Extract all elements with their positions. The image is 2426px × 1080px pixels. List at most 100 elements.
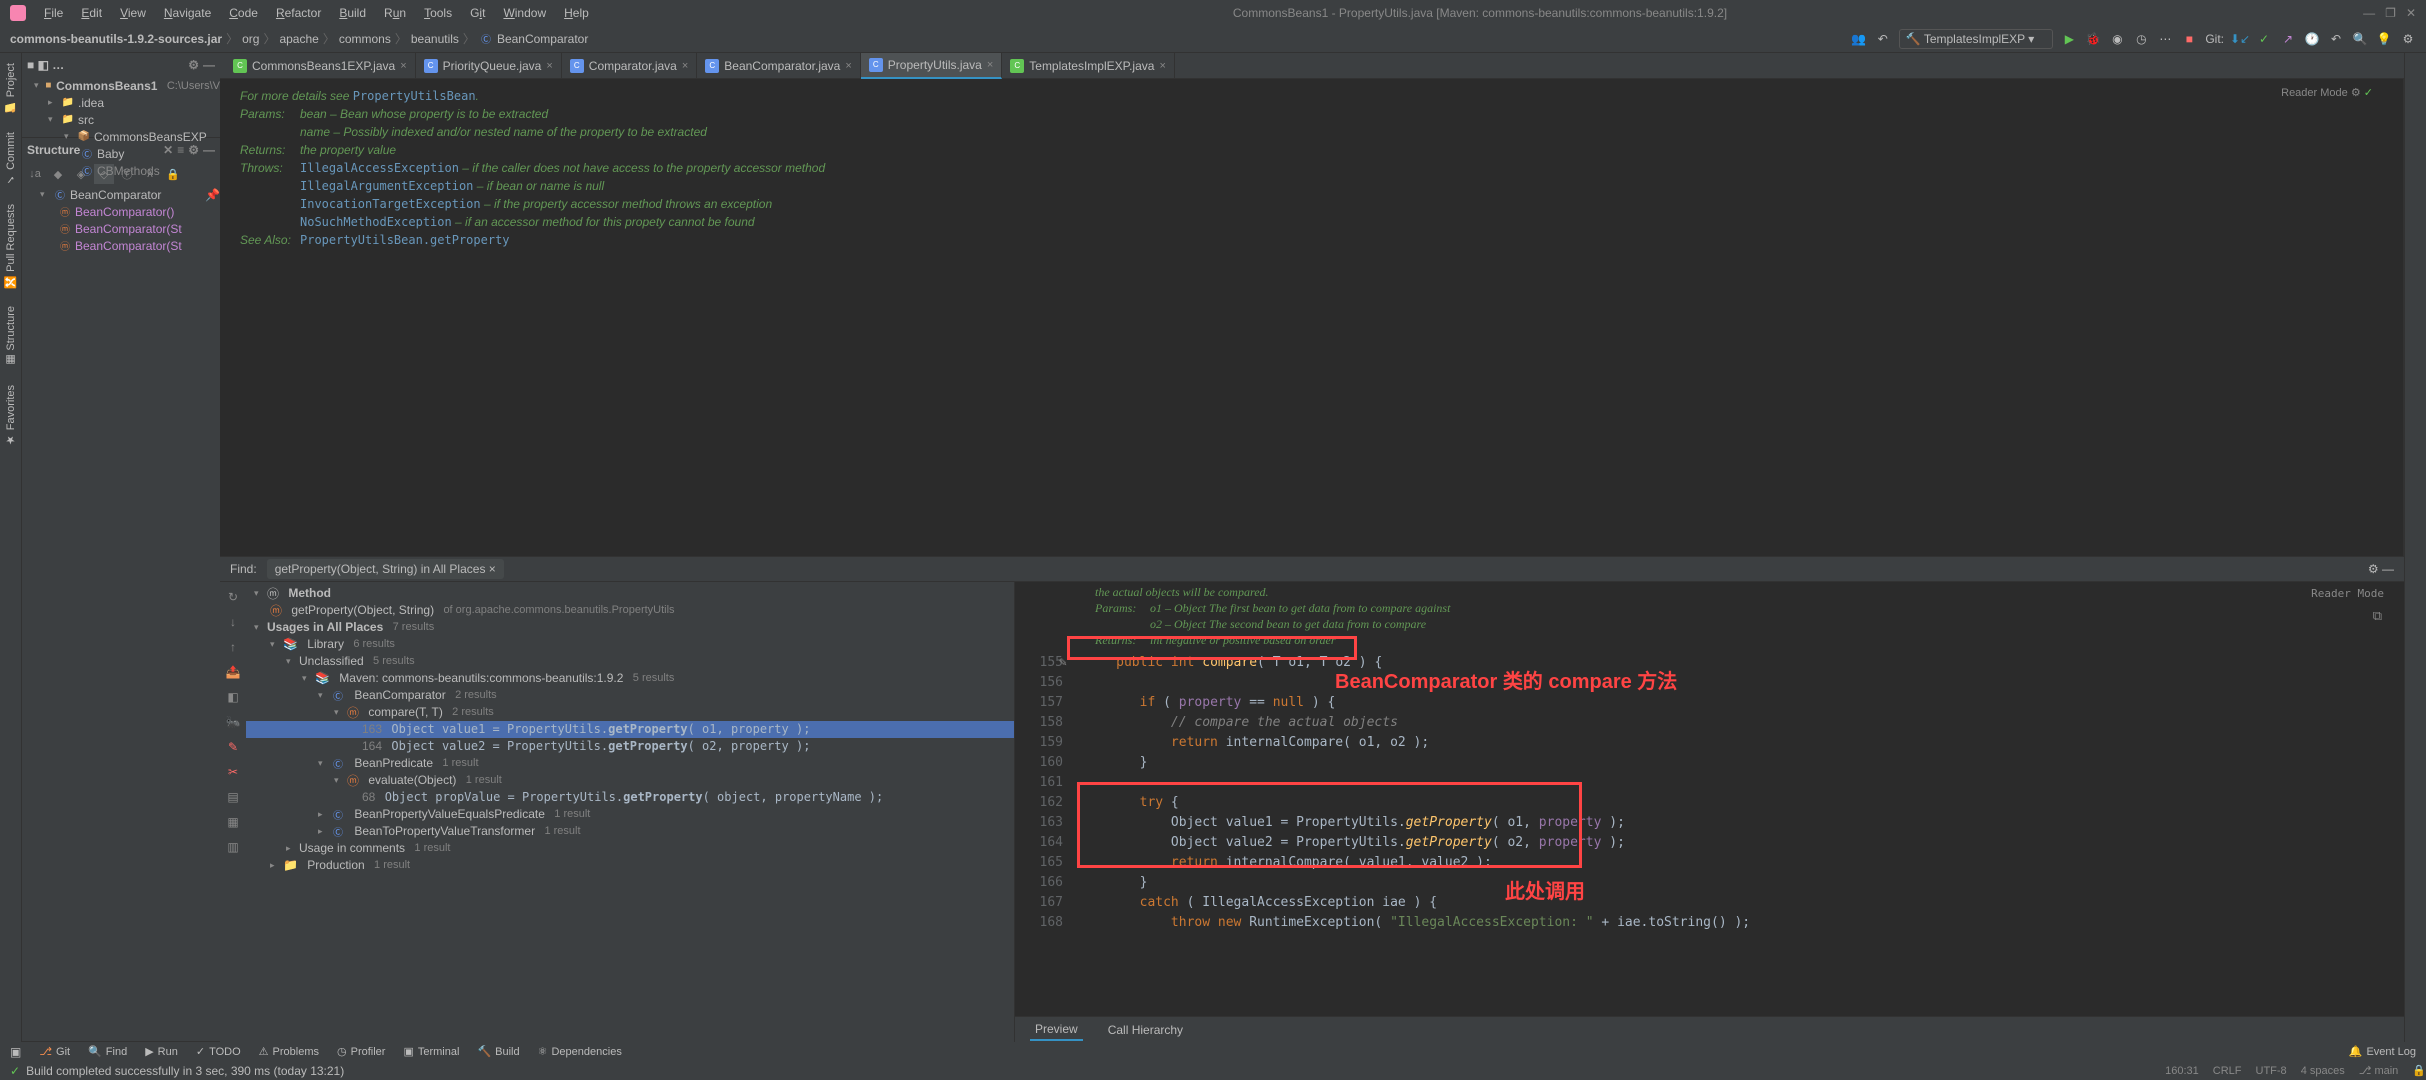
menu-code[interactable]: Code (221, 3, 266, 23)
status-sq-icon[interactable]: ▣ (10, 1045, 21, 1059)
settings-icon[interactable]: ⧉ (2373, 607, 2382, 627)
structure-class[interactable]: BeanComparator (70, 188, 161, 202)
run-config-dropdown[interactable]: 🔨 TemplatesImplEXP ▾ (1899, 29, 2054, 49)
usages-eval[interactable]: evaluate(Object) (368, 773, 456, 787)
breadcrumb-commons[interactable]: commons (339, 32, 391, 46)
stop-icon[interactable]: ■ (2181, 31, 2197, 47)
pen-icon[interactable]: ✎ (223, 737, 243, 757)
src-folder[interactable]: src (78, 113, 94, 127)
usages-compare[interactable]: compare(T, T) (368, 705, 442, 719)
concurrency-icon[interactable]: ⋯ (2157, 31, 2173, 47)
back-icon[interactable]: ↶ (1875, 31, 1891, 47)
preview-tab[interactable]: Preview (1030, 1019, 1083, 1041)
caret-pos[interactable]: 160:31 (2165, 1065, 2199, 1077)
git-branch[interactable]: ⎇ main (2359, 1064, 2399, 1077)
menu-git[interactable]: Git (462, 3, 493, 23)
breadcrumb-apache[interactable]: apache (279, 32, 318, 46)
close-icon[interactable]: × (682, 60, 688, 72)
export-icon[interactable]: 📤 (223, 662, 243, 682)
idea-folder[interactable]: .idea (78, 96, 104, 110)
indent[interactable]: 4 spaces (2301, 1065, 2345, 1077)
baby-class[interactable]: Baby (97, 147, 124, 161)
breadcrumb-jar[interactable]: commons-beanutils-1.9.2-sources.jar (10, 32, 222, 46)
tab-comparator[interactable]: CComparator.java× (562, 53, 697, 79)
git-update-icon[interactable]: ⬇↙ (2232, 31, 2248, 47)
usages-bc[interactable]: BeanComparator (354, 688, 445, 702)
git-revert-icon[interactable]: ↶ (2328, 31, 2344, 47)
exp-package[interactable]: CommonsBeansEXP (94, 130, 207, 144)
tab-beancomparator[interactable]: CBeanComparator.java× (697, 53, 861, 79)
event-log[interactable]: 🔔 Event Log (2349, 1045, 2416, 1058)
close-icon[interactable]: × (400, 60, 406, 72)
refresh-icon[interactable]: ↻ (223, 587, 243, 607)
usages-comments[interactable]: Usage in comments (299, 841, 405, 855)
cut-icon[interactable]: ✂ (223, 762, 243, 782)
scroll-from-icon[interactable]: 📌 (205, 188, 220, 202)
usages-prod[interactable]: Production (307, 858, 364, 872)
close-icon[interactable]: × (845, 60, 851, 72)
usages-bp[interactable]: BeanPredicate (354, 756, 433, 770)
menu-refactor[interactable]: Refactor (268, 3, 329, 23)
favorites-tool[interactable]: ★ Favorites (2, 380, 19, 451)
pull-requests-tool[interactable]: 🔀 Pull Requests (2, 199, 19, 293)
status-terminal[interactable]: ▣Terminal (403, 1045, 459, 1058)
down-icon[interactable]: ↓ (223, 612, 243, 632)
method-0[interactable]: BeanComparator() (75, 205, 174, 219)
up-icon[interactable]: ↑ (223, 637, 243, 657)
usage-163[interactable]: 163 Object value1 = PropertyUtils.getPro… (246, 721, 1014, 738)
status-run[interactable]: ▶Run (145, 1045, 178, 1058)
profile-icon[interactable]: ◷ (2133, 31, 2149, 47)
hide-icon[interactable]: — (203, 58, 215, 72)
usages-maven[interactable]: Maven: commons-beanutils:commons-beanuti… (339, 671, 623, 685)
tab-commons[interactable]: CCommonsBeans1EXP.java× (225, 53, 416, 79)
usages-bpve[interactable]: BeanPropertyValueEqualsPredicate (354, 807, 545, 821)
usage-method[interactable]: getProperty(Object, String) (291, 603, 434, 617)
layout-icon[interactable]: ◧ (223, 687, 243, 707)
status-build[interactable]: 🔨Build (477, 1045, 519, 1058)
find-settings-icon[interactable]: ⚙ — (2368, 562, 2394, 576)
call-hierarchy-tab[interactable]: Call Hierarchy (1103, 1020, 1188, 1040)
usages-btpvt[interactable]: BeanToPropertyValueTransformer (354, 824, 535, 838)
filter-icon[interactable]: ▤ (223, 787, 243, 807)
git-push-icon[interactable]: ↗ (2280, 31, 2296, 47)
gear-icon[interactable]: ⚙ (188, 58, 199, 72)
menu-build[interactable]: Build (331, 3, 374, 23)
method-1[interactable]: BeanComparator(St (75, 222, 182, 236)
tab-propertyutils[interactable]: CPropertyUtils.java× (861, 53, 1002, 79)
line-sep[interactable]: CRLF (2213, 1065, 2242, 1077)
project-root[interactable]: CommonsBeans1 (56, 79, 157, 93)
tips-icon[interactable]: 💡 (2376, 31, 2392, 47)
group-icon[interactable]: ▦ (223, 812, 243, 832)
commit-tool[interactable]: ✓ Commit (2, 127, 19, 191)
menu-run[interactable]: Run (376, 3, 414, 23)
usages-unclassified[interactable]: Unclassified (299, 654, 364, 668)
find-query[interactable]: getProperty(Object, String) in All Place… (267, 559, 504, 579)
status-git[interactable]: ⎇Git (39, 1045, 70, 1058)
tab-priority[interactable]: CPriorityQueue.java× (416, 53, 562, 79)
method-2[interactable]: BeanComparator(St (75, 239, 182, 253)
gear-icon[interactable]: ⚙ (2351, 87, 2361, 99)
menu-edit[interactable]: Edit (73, 3, 110, 23)
usage-164[interactable]: 164 Object value2 = PropertyUtils.getPro… (246, 738, 1014, 755)
breadcrumb-class[interactable]: BeanComparator (497, 32, 588, 46)
status-todo[interactable]: ✓TODO (196, 1045, 241, 1058)
menu-window[interactable]: Window (495, 3, 554, 23)
git-commit-icon[interactable]: ✓ (2256, 31, 2272, 47)
usage-68[interactable]: 68 Object propValue = PropertyUtils.getP… (246, 789, 1014, 806)
status-problems[interactable]: ⚠Problems (259, 1045, 319, 1058)
usages-root[interactable]: Usages in All Places (267, 620, 383, 634)
project-tool[interactable]: 📁 Project (2, 58, 19, 119)
git-history-icon[interactable]: 🕐 (2304, 31, 2320, 47)
run-icon[interactable]: ▶ (2061, 31, 2077, 47)
coverage-icon[interactable]: ◉ (2109, 31, 2125, 47)
lock-icon[interactable]: 🔒 (2412, 1064, 2426, 1077)
status-profiler[interactable]: ◷Profiler (337, 1045, 385, 1058)
contrib-icon[interactable]: 👥 (1851, 31, 1867, 47)
ant-icon[interactable]: 🐜 (223, 712, 243, 732)
settings-icon[interactable]: ⚙ (2400, 31, 2416, 47)
close-icon[interactable]: × (546, 60, 552, 72)
menu-file[interactable]: File (36, 3, 71, 23)
status-find[interactable]: 🔍Find (88, 1045, 127, 1058)
menu-tools[interactable]: Tools (416, 3, 460, 23)
menu-navigate[interactable]: Navigate (156, 3, 219, 23)
